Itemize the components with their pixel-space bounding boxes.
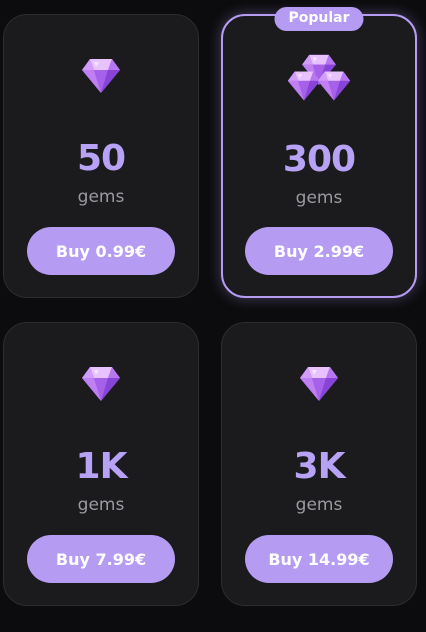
gem-pack-card-50: 50 gems Buy 0.99€	[3, 14, 199, 298]
gem-cluster-icon-wrap	[223, 54, 415, 104]
gem-amount: 1K	[75, 446, 128, 487]
buy-button[interactable]: Buy 0.99€	[27, 227, 175, 275]
gem-icon	[299, 366, 339, 402]
gem-icon	[81, 58, 121, 94]
gem-icon-wrap	[4, 366, 198, 402]
gem-icon	[81, 366, 121, 402]
gem-amount: 3K	[293, 446, 346, 487]
gem-unit-label: gems	[77, 187, 125, 207]
gem-unit-label: gems	[77, 495, 125, 515]
gem-icon-wrap	[222, 366, 416, 402]
gem-unit-label: gems	[295, 495, 343, 515]
gem-cluster-icon	[287, 54, 351, 101]
buy-button[interactable]: Buy 7.99€	[27, 535, 175, 583]
gem-pack-card-300: Popular 300 gems Buy 2.99€	[221, 7, 417, 298]
gem-pack-card-3k: 3K gems Buy 14.99€	[221, 322, 417, 606]
gem-pack-card-1k: 1K gems Buy 7.99€	[3, 322, 199, 606]
gem-icon-wrap	[4, 58, 198, 94]
gem-unit-label: gems	[295, 188, 343, 208]
gem-store-grid: 50 gems Buy 0.99€ Popular 300 gems Buy 2…	[0, 0, 426, 632]
gem-amount: 50	[76, 138, 126, 179]
gem-amount: 300	[282, 139, 356, 180]
buy-button[interactable]: Buy 14.99€	[245, 535, 393, 583]
buy-button[interactable]: Buy 2.99€	[245, 227, 393, 275]
popular-badge: Popular	[274, 7, 364, 31]
